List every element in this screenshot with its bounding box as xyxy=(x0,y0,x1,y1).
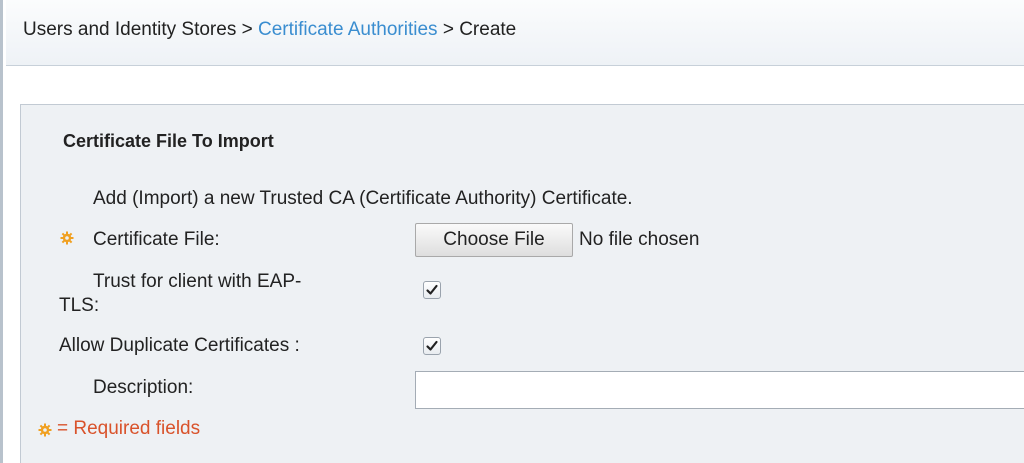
description-label: Description: xyxy=(93,377,194,398)
allow-duplicate-certificates-label: Allow Duplicate Certificates : xyxy=(59,335,300,356)
breadcrumb: Users and Identity Stores > Certificate … xyxy=(23,19,516,41)
trust-eap-tls-label-line1: Trust for client with EAP- xyxy=(93,271,302,292)
trust-eap-tls-checkbox[interactable] xyxy=(423,281,441,299)
certificate-file-label: Certificate File: xyxy=(93,229,220,250)
file-status-text: No file chosen xyxy=(579,229,700,250)
required-field-gear-icon xyxy=(38,423,52,437)
app-frame: Users and Identity Stores > Certificate … xyxy=(0,0,1024,463)
section-title: Certificate File To Import xyxy=(63,131,274,151)
breadcrumb-bar: Users and Identity Stores > Certificate … xyxy=(6,0,1024,66)
breadcrumb-link-certificate-authorities[interactable]: Certificate Authorities xyxy=(258,19,438,40)
trust-eap-tls-label-line2: TLS: xyxy=(59,295,100,316)
allow-duplicate-certificates-checkbox[interactable] xyxy=(423,337,441,355)
checkmark-icon xyxy=(426,284,438,295)
breadcrumb-item-users-identity-stores: Users and Identity Stores xyxy=(23,19,237,40)
choose-file-button[interactable]: Choose File xyxy=(415,223,573,257)
breadcrumb-separator: > xyxy=(442,19,454,40)
checkmark-icon xyxy=(426,340,438,351)
description-input[interactable] xyxy=(415,371,1024,409)
breadcrumb-item-create: Create xyxy=(459,19,517,40)
breadcrumb-separator: > xyxy=(241,19,253,40)
certificate-import-panel: Certificate File To Import Add (Import) … xyxy=(20,104,1024,463)
section-intro-text: Add (Import) a new Trusted CA (Certifica… xyxy=(93,188,633,209)
required-fields-legend: = Required fields xyxy=(57,418,201,439)
required-field-gear-icon xyxy=(60,231,74,245)
